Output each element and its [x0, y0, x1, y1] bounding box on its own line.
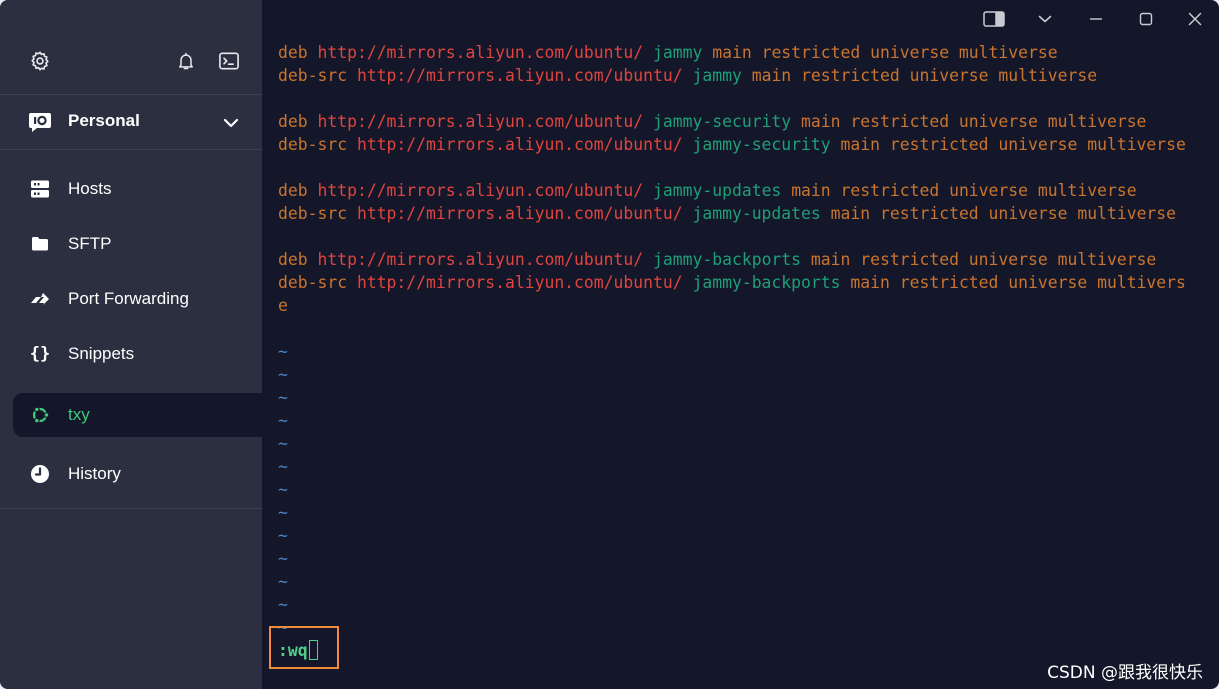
repo-suite: jammy-updates — [692, 204, 821, 223]
repo-components: main restricted universe multiverse — [840, 135, 1186, 154]
repo-suite: jammy-backports — [653, 250, 802, 269]
empty-line-tilde: ~ — [278, 549, 288, 568]
repo-url: http://mirrors.aliyun.com/ubuntu/ — [317, 250, 644, 269]
repo-suite: jammy-updates — [653, 181, 782, 200]
sidebar-item-label: Port Forwarding — [68, 289, 189, 308]
repo-url: http://mirrors.aliyun.com/ubuntu/ — [356, 135, 683, 154]
empty-line-tilde: ~ — [278, 411, 288, 430]
empty-line-tilde: ~ — [278, 595, 288, 614]
sidebar-item-hosts[interactable]: Hosts — [13, 167, 262, 211]
repo-type: deb-src — [278, 66, 348, 85]
repo-suite: jammy-security — [692, 135, 831, 154]
sidebar-divider — [0, 508, 262, 509]
repo-type: deb — [278, 181, 308, 200]
empty-line-tilde: ~ — [278, 572, 288, 591]
empty-line-tilde: ~ — [278, 457, 288, 476]
sidebar-item-txy[interactable]: txy — [13, 393, 262, 437]
repo-type: deb-src — [278, 204, 348, 223]
sidebar-item-label: Snippets — [68, 344, 135, 363]
vault-selector[interactable]: Personal — [0, 95, 262, 150]
braces-icon: {} — [29, 344, 51, 364]
sidebar-toolbar — [0, 0, 262, 95]
repo-components: main restricted universe multiverse — [712, 43, 1058, 62]
empty-line-tilde: ~ — [278, 526, 288, 545]
empty-line-tilde: ~ — [278, 503, 288, 522]
repo-url: http://mirrors.aliyun.com/ubuntu/ — [356, 273, 683, 292]
repo-url: http://mirrors.aliyun.com/ubuntu/ — [317, 181, 644, 200]
text-cursor — [308, 640, 318, 660]
repo-components: main restricted universe multiverse — [801, 112, 1147, 131]
empty-line-tilde: ~ — [278, 342, 288, 361]
source-line: deb-src http://mirrors.aliyun.com/ubuntu… — [278, 64, 1097, 87]
repo-components: main restricted universe multiverse — [791, 181, 1137, 200]
repo-type: deb — [278, 43, 308, 62]
vim-command-line[interactable]: :wq — [278, 639, 318, 662]
repo-components: main restricted universe multivers — [850, 273, 1186, 292]
repo-components: main restricted universe multiverse — [751, 66, 1098, 85]
empty-line-tilde: ~ — [278, 618, 288, 637]
sidebar-item-snippets[interactable]: {} Snippets — [13, 332, 262, 376]
app-window: Personal Hosts SFTP Port Forwarding {} S… — [0, 0, 1219, 689]
sidebar-item-history[interactable]: History — [13, 452, 262, 496]
repo-suite: jammy — [653, 43, 703, 62]
source-line: deb http://mirrors.aliyun.com/ubuntu/ ja… — [278, 110, 1146, 133]
repo-type: deb-src — [278, 135, 348, 154]
repo-type: deb-src — [278, 273, 348, 292]
source-line: deb-src http://mirrors.aliyun.com/ubuntu… — [278, 202, 1176, 225]
repo-type: deb — [278, 112, 308, 131]
server-icon — [29, 178, 51, 200]
repo-url: http://mirrors.aliyun.com/ubuntu/ — [356, 204, 683, 223]
repo-components: main restricted universe multiverse — [810, 250, 1157, 269]
empty-line-tilde: ~ — [278, 480, 288, 499]
vault-icon — [28, 111, 52, 133]
repo-suite: jammy — [692, 66, 742, 85]
gear-icon[interactable] — [28, 49, 52, 73]
command-text: :wq — [278, 641, 308, 660]
repo-url: http://mirrors.aliyun.com/ubuntu/ — [356, 66, 683, 85]
chevron-down-icon[interactable] — [221, 113, 241, 133]
repo-type: deb — [278, 250, 308, 269]
sidebar-item-port-forwarding[interactable]: Port Forwarding — [13, 277, 262, 321]
terminal-icon[interactable] — [217, 49, 241, 73]
empty-line-tilde: ~ — [278, 388, 288, 407]
source-line: deb-src http://mirrors.aliyun.com/ubuntu… — [278, 271, 1186, 294]
vault-name: Personal — [68, 111, 140, 130]
repo-url: http://mirrors.aliyun.com/ubuntu/ — [317, 112, 644, 131]
repo-suite: jammy-security — [653, 112, 792, 131]
watermark: CSDN @跟我很快乐 — [1047, 663, 1203, 683]
sidebar-item-label: txy — [68, 405, 90, 424]
repo-url: http://mirrors.aliyun.com/ubuntu/ — [317, 43, 644, 62]
sidebar-item-label: History — [68, 464, 121, 483]
folder-icon — [29, 233, 51, 255]
clock-icon — [29, 463, 51, 485]
sidebar-item-label: SFTP — [68, 234, 112, 253]
sidebar: Personal Hosts SFTP Port Forwarding {} S… — [0, 0, 262, 689]
arrow-forward-icon — [29, 288, 51, 310]
source-line: deb http://mirrors.aliyun.com/ubuntu/ ja… — [278, 179, 1137, 202]
terminal-view[interactable]: deb http://mirrors.aliyun.com/ubuntu/ ja… — [262, 0, 1219, 689]
repo-components: main restricted universe multiverse — [830, 204, 1177, 223]
source-line: deb http://mirrors.aliyun.com/ubuntu/ ja… — [278, 248, 1156, 271]
repo-suite: jammy-backports — [692, 273, 841, 292]
empty-line-tilde: ~ — [278, 365, 288, 384]
empty-line-tilde: ~ — [278, 434, 288, 453]
ubuntu-icon — [29, 404, 51, 426]
sidebar-item-sftp[interactable]: SFTP — [13, 222, 262, 266]
wrapped-continuation: e — [278, 296, 288, 315]
sidebar-item-label: Hosts — [68, 179, 112, 198]
bell-icon[interactable] — [174, 49, 198, 73]
source-line: deb http://mirrors.aliyun.com/ubuntu/ ja… — [278, 41, 1058, 64]
source-line: deb-src http://mirrors.aliyun.com/ubuntu… — [278, 133, 1186, 156]
